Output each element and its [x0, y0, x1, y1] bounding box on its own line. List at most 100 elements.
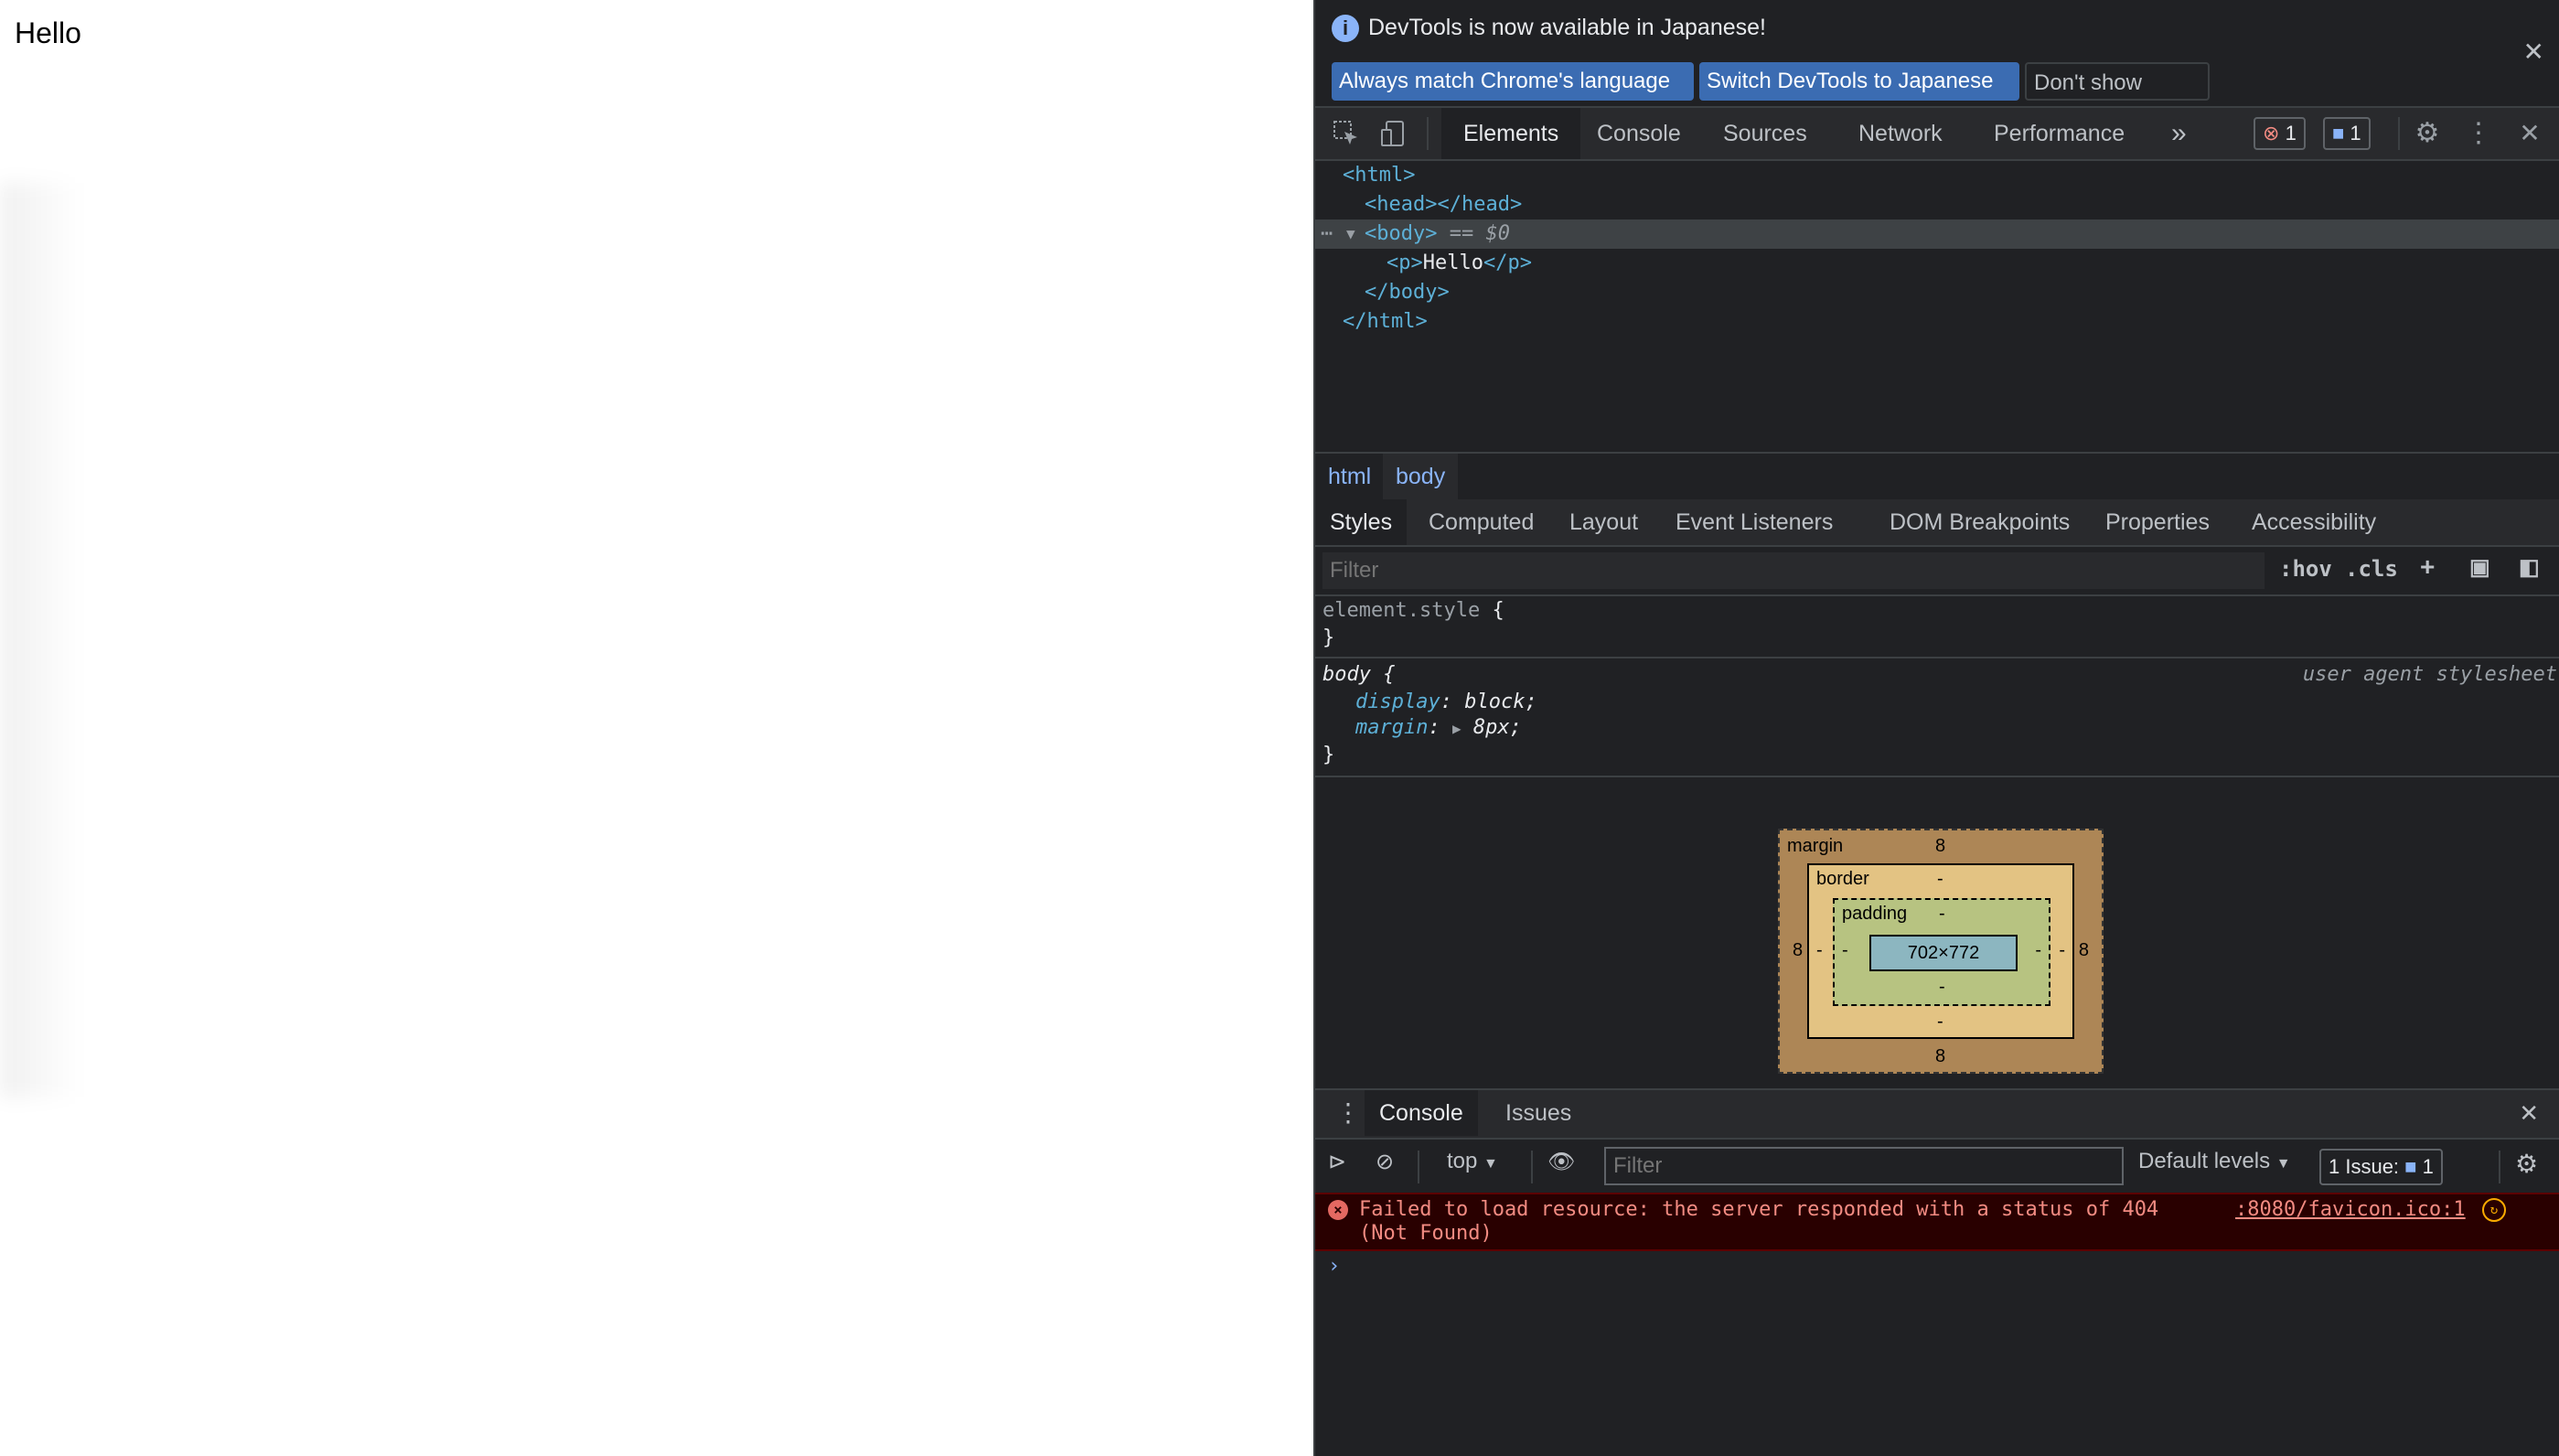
match-language-button[interactable]: Always match Chrome's language [1332, 62, 1694, 101]
language-infobar: i DevTools is now available in Japanese!… [1315, 0, 2559, 134]
tab-network[interactable]: Network [1836, 108, 1965, 159]
close-devtools-icon[interactable]: ✕ [2515, 119, 2544, 148]
chevron-down-icon: ▼ [1483, 1156, 1498, 1172]
switch-japanese-button[interactable]: Switch DevTools to Japanese [1699, 62, 2019, 101]
log-levels-dropdown[interactable]: Default levels ▼ [2138, 1149, 2291, 1174]
issues-badge[interactable]: 1 Issue: ■ 1 [2319, 1149, 2443, 1185]
margin-left-value: 8 [1793, 940, 1804, 960]
clear-console-icon[interactable]: ⊘ [1376, 1149, 1394, 1175]
kebab-menu-icon[interactable]: ⋮ [2464, 119, 2493, 148]
gear-icon[interactable]: ⚙ [2413, 119, 2442, 148]
issues-count: 1 [2422, 1155, 2434, 1178]
tree-body-open[interactable]: <body> == $0 [1365, 219, 1510, 249]
ua-stylesheet-label: user agent stylesheet [2302, 663, 2557, 686]
network-request-icon[interactable]: ↻ [2482, 1198, 2506, 1222]
message-icon: ■ [2404, 1155, 2417, 1178]
box-model-content[interactable]: 702×772 [1869, 935, 2018, 971]
padding-top-value: - [1939, 904, 1945, 924]
drawer-tab-issues[interactable]: Issues [1491, 1090, 1586, 1136]
border-right-value: - [2059, 940, 2065, 960]
tab-performance[interactable]: Performance [1972, 108, 2147, 159]
tree-body-close[interactable]: </body> [1365, 278, 1450, 307]
tab-styles[interactable]: Styles [1315, 499, 1408, 545]
device-toolbar-icon[interactable] [1379, 119, 1408, 148]
ellipsis-icon[interactable]: ⋯ [1321, 219, 1333, 249]
styles-filter-input[interactable] [1322, 552, 2265, 589]
body-selector: body [1322, 663, 1371, 686]
open-brace: { [1492, 599, 1504, 622]
tab-layout[interactable]: Layout [1555, 499, 1653, 545]
message-icon: ■ [2332, 122, 2345, 145]
tab-sources[interactable]: Sources [1701, 108, 1829, 159]
breadcrumb: html body [1315, 452, 2559, 501]
tab-computed[interactable]: Computed [1414, 499, 1548, 545]
close-drawer-icon[interactable]: ✕ [2504, 1090, 2554, 1136]
tab-accessibility[interactable]: Accessibility [2237, 499, 2391, 545]
inspected-page: Hello [0, 0, 1313, 1456]
message-count-badge[interactable]: ■ 1 [2323, 117, 2371, 150]
expand-triangle-icon[interactable]: ▶ [1452, 720, 1462, 737]
tree-html-close[interactable]: </html> [1343, 307, 1428, 337]
error-icon: ⊗ [2263, 122, 2280, 145]
error-count-badge[interactable]: ⊗ 1 [2254, 117, 2306, 150]
tree-head[interactable]: <head></head> [1365, 190, 1522, 219]
dom-tree: <html> <head></head> ⋯ ▼ <body> == $0 <p… [1315, 161, 2559, 452]
box-model-padding[interactable]: padding - - - - 702×772 [1833, 898, 2050, 1006]
drawer-tab-console[interactable]: Console [1365, 1090, 1478, 1136]
box-model-margin[interactable]: margin 8 8 8 8 border - - - - padding - … [1778, 829, 2104, 1074]
add-rule-icon[interactable]: + [2420, 552, 2435, 582]
margin-bottom-value: 8 [1935, 1046, 1946, 1066]
console-prompt[interactable]: › [1328, 1255, 1340, 1278]
issues-label: 1 Issue: [2329, 1155, 2400, 1178]
tree-p-element[interactable]: <p>Hello</p> [1387, 249, 1532, 278]
tab-console[interactable]: Console [1575, 108, 1703, 159]
tree-html-open[interactable]: <html> [1343, 161, 1415, 190]
css-declaration-margin[interactable]: margin: ▶ 8px; [1355, 713, 1522, 743]
tab-elements[interactable]: Elements [1441, 108, 1581, 159]
border-bottom-value: - [1937, 1012, 1943, 1032]
border-left-value: - [1816, 940, 1823, 960]
console-filter-input[interactable] [1604, 1147, 2124, 1185]
sidebar-toggle-icon[interactable]: ⊳ [1328, 1149, 1346, 1175]
page-shadow [0, 183, 82, 1097]
context-selector[interactable]: top ▼ [1447, 1149, 1498, 1174]
cls-toggle[interactable]: .cls [2345, 556, 2398, 582]
sidebar-tabs: Styles Computed Layout Event Listeners D… [1315, 499, 2559, 547]
margin-right-value: 8 [2078, 940, 2089, 960]
eye-icon[interactable]: 👁 [1547, 1149, 1575, 1175]
drawer-tabs: ⋮ Console Issues ✕ [1315, 1088, 2559, 1140]
devtools-panel: i DevTools is now available in Japanese!… [1313, 0, 2559, 1456]
box-model-border[interactable]: border - - - - padding - - - - 702×772 [1807, 863, 2074, 1039]
toolbar-divider [2499, 1151, 2500, 1183]
expand-triangle-icon[interactable]: ▼ [1346, 219, 1355, 249]
tab-event-listeners[interactable]: Event Listeners [1661, 499, 1847, 545]
close-icon[interactable]: ✕ [2523, 37, 2544, 67]
breadcrumb-html[interactable]: html [1315, 454, 1384, 499]
error-icon: × [1328, 1200, 1348, 1220]
error-source-link[interactable]: :8080/favicon.ico:1 [2235, 1198, 2466, 1221]
console-error-message: × Failed to load resource: the server re… [1315, 1193, 2559, 1251]
margin-label: margin [1787, 836, 1844, 856]
body-ua-rule: body { user agent stylesheet display: bl… [1315, 660, 2559, 777]
hov-toggle[interactable]: :hov [2279, 556, 2332, 582]
padding-right-value: - [2035, 940, 2041, 960]
sidebar-toggle-icon[interactable]: ◧ [2519, 554, 2540, 581]
element-style-rule: element.style { } [1315, 596, 2559, 658]
border-top-value: - [1937, 869, 1943, 889]
gear-icon[interactable]: ⚙ [2515, 1149, 2538, 1179]
close-brace: } [1322, 626, 1335, 649]
paint-icon[interactable]: ▣ [2469, 554, 2490, 581]
inspect-element-icon[interactable] [1332, 119, 1361, 148]
info-icon: i [1332, 15, 1359, 42]
dont-show-again-button[interactable]: Don't show again [2025, 62, 2210, 134]
tab-properties[interactable]: Properties [2091, 499, 2224, 545]
tab-dom-breakpoints[interactable]: DOM Breakpoints [1875, 499, 2084, 545]
breadcrumb-body[interactable]: body [1383, 454, 1459, 499]
padding-label: padding [1842, 904, 1908, 924]
open-brace: { [1383, 663, 1396, 686]
border-label: border [1816, 869, 1869, 889]
devtools-toolbar: Elements Console Sources Network Perform… [1315, 108, 2559, 161]
log-levels-value: Default levels [2138, 1149, 2271, 1173]
more-tabs-icon[interactable]: » [2149, 108, 2209, 159]
infobar-message: DevTools is now available in Japanese! [1368, 15, 1766, 40]
